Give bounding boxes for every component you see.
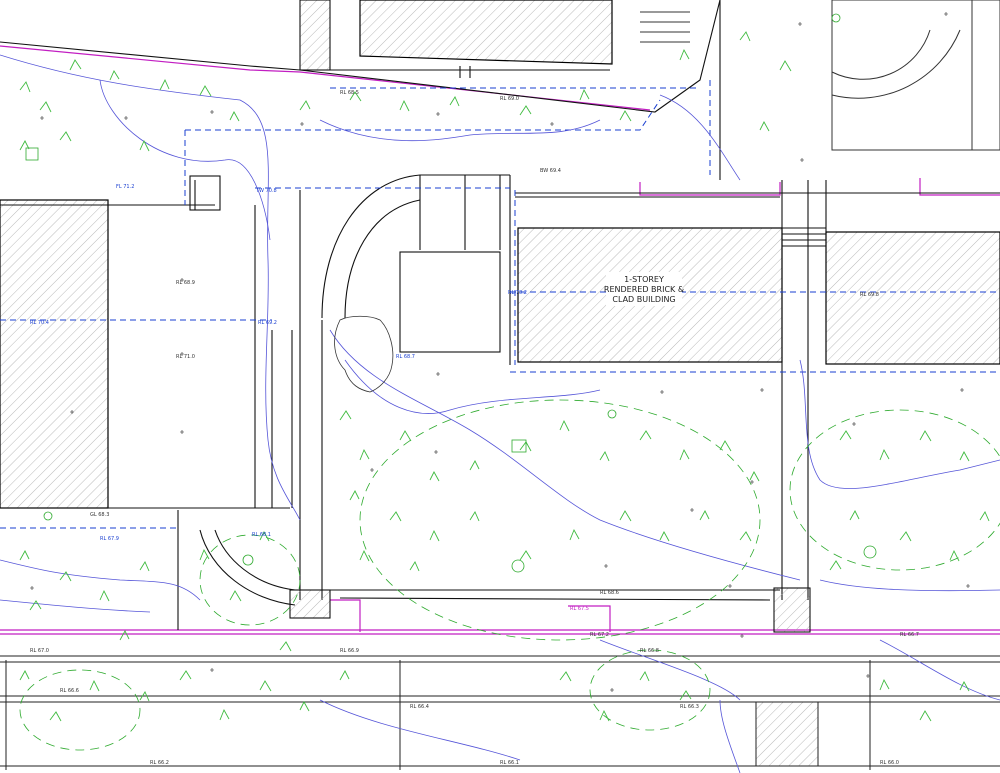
- building-label-line3: CLAD BUILDING: [612, 295, 675, 304]
- level-label: RL 66.8: [640, 648, 659, 654]
- level-label: FL 71.2: [116, 184, 134, 190]
- level-label: RL 66.7: [900, 632, 919, 638]
- level-label: RL 68.7: [396, 354, 415, 360]
- level-label: RL 68.9: [176, 280, 195, 286]
- level-label: RL 66.0: [880, 760, 899, 766]
- site-survey-plan: RL 68.5 RL 69.0 FL 71.2 TW 70.8 BW 69.4 …: [0, 0, 1000, 773]
- building-left: [0, 199, 109, 509]
- level-label: RL 66.3: [680, 704, 699, 710]
- level-label: RL 67.2: [590, 632, 609, 638]
- level-label: RL 66.2: [150, 760, 169, 766]
- court-markings: [640, 0, 1000, 151]
- building-top: [359, 0, 613, 65]
- level-label: RL 68.6: [600, 590, 619, 596]
- level-label: RL 70.4: [30, 320, 49, 326]
- level-label: GL 68.3: [90, 512, 109, 518]
- building-right: [825, 231, 1000, 365]
- level-label: RL 66.6: [60, 688, 79, 694]
- level-label: RL 66.1: [500, 760, 519, 766]
- level-label: RL 66.9: [340, 648, 359, 654]
- hedge-outline: [334, 315, 394, 393]
- level-label: RL 67.0: [30, 648, 49, 654]
- level-label: RL 70.2: [508, 290, 527, 296]
- building-label-line1: 1-STOREY: [624, 275, 664, 284]
- building-label: 1-STOREY RENDERED BRICK & CLAD BUILDING: [604, 272, 684, 306]
- road-lines: [0, 655, 1000, 770]
- level-label: RL 67.9: [100, 536, 119, 542]
- level-label: RL 66.4: [410, 704, 429, 710]
- level-label: RL 68.5: [340, 90, 359, 96]
- level-label: RL 69.8: [860, 292, 879, 298]
- tree-canopies: [19, 399, 1000, 751]
- level-label: RL 68.1: [252, 532, 271, 538]
- building-label-line2: RENDERED BRICK &: [604, 285, 684, 294]
- level-label: RL 69.2: [258, 320, 277, 326]
- level-label: BW 69.4: [540, 168, 561, 174]
- level-label: RL 69.0: [500, 96, 519, 102]
- level-label: TW 70.8: [255, 188, 277, 194]
- level-annotations: RL 68.5 RL 69.0 FL 71.2 TW 70.8 BW 69.4 …: [30, 90, 919, 766]
- vegetation: [19, 31, 990, 722]
- level-label: RL 67.5: [570, 606, 589, 612]
- contour-lines: [0, 54, 1000, 773]
- level-label: RL 71.0: [176, 354, 195, 360]
